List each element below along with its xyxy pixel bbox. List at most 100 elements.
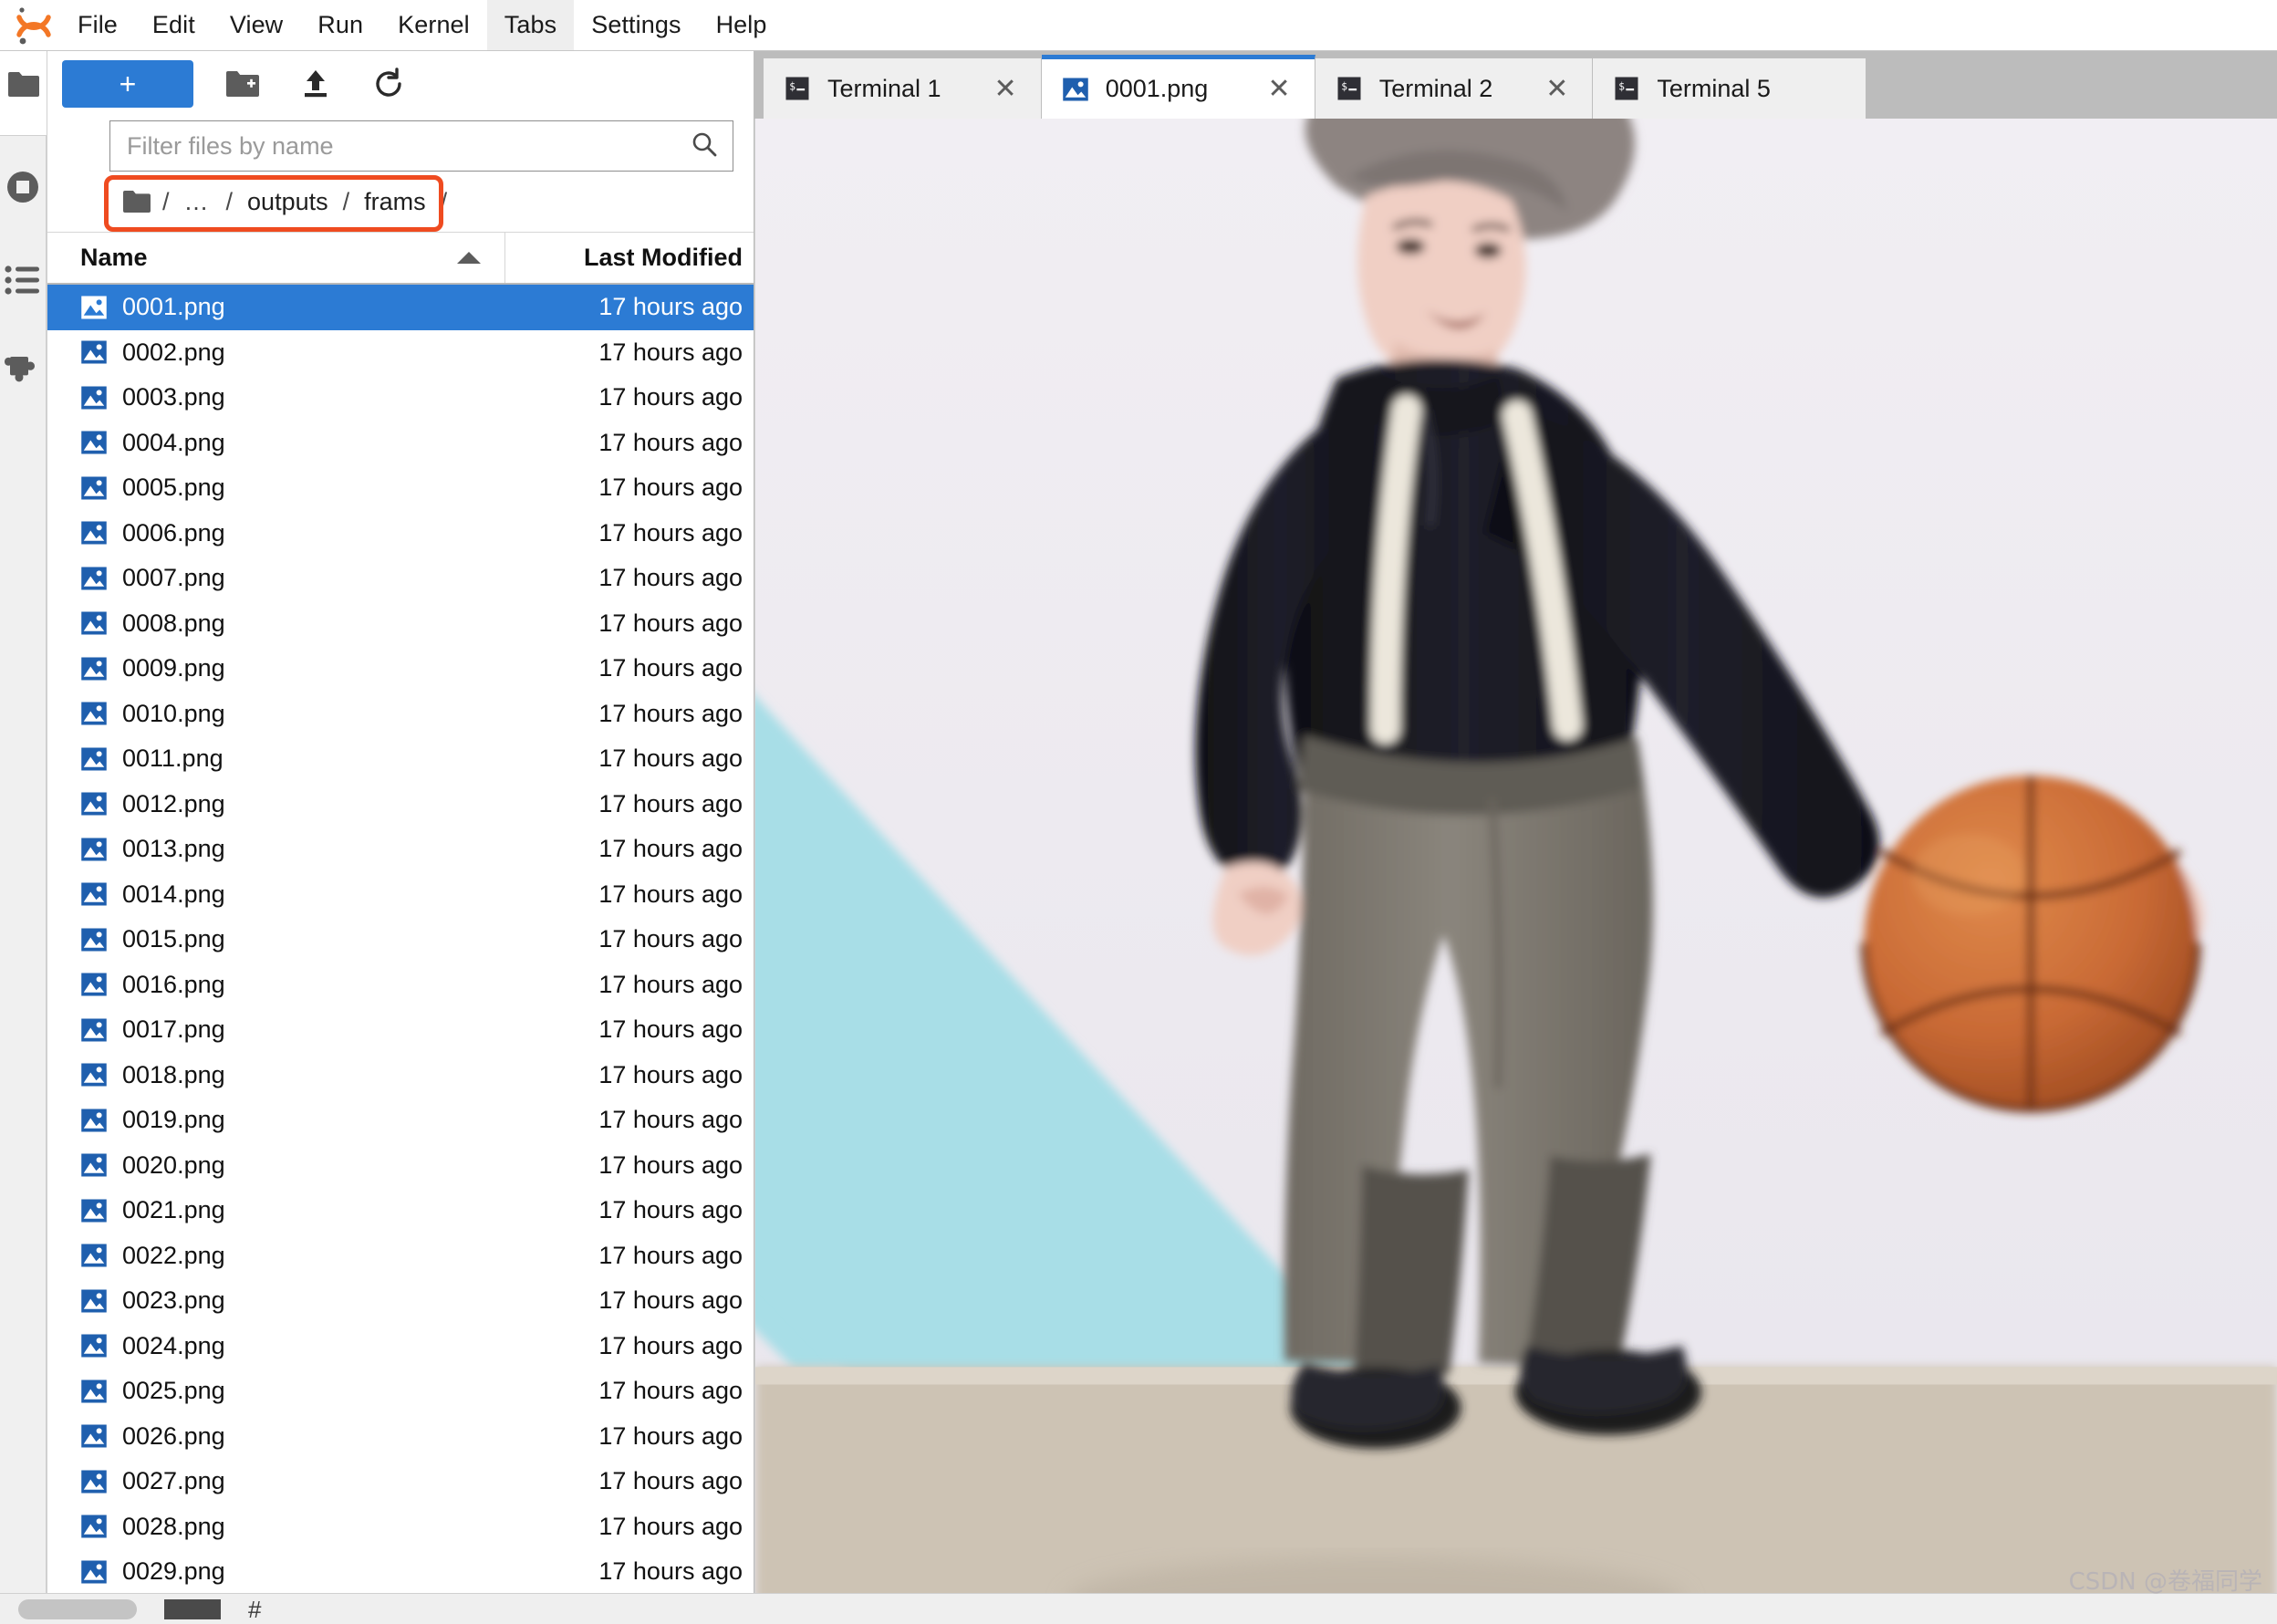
file-row[interactable]: 0018.png 17 hours ago: [47, 1053, 754, 1098]
svg-text:$: $: [1341, 80, 1347, 92]
close-icon[interactable]: ✕: [1232, 73, 1291, 105]
command-palette-icon[interactable]: [3, 260, 43, 300]
tab-bar[interactable]: $ Terminal 1 ✕ 0001.png ✕ $ Terminal 2 ✕ $ Termin…: [754, 51, 2277, 119]
file-name-cell[interactable]: 0003.png: [47, 383, 505, 411]
file-row[interactable]: 0014.png 17 hours ago: [47, 872, 754, 918]
file-name-cell[interactable]: 0009.png: [47, 654, 505, 682]
menu-kernel[interactable]: Kernel: [380, 0, 487, 50]
sort-ascending-icon: [457, 252, 481, 264]
column-header-last-modified[interactable]: Last Modified: [505, 233, 754, 283]
status-pill-indicator[interactable]: [18, 1598, 137, 1619]
file-row[interactable]: 0013.png 17 hours ago: [47, 827, 754, 872]
file-name-cell[interactable]: 0027.png: [47, 1467, 505, 1495]
file-name-cell[interactable]: 0028.png: [47, 1513, 505, 1541]
file-name-cell[interactable]: 0014.png: [47, 880, 505, 909]
new-launcher-button[interactable]: +: [62, 60, 193, 108]
file-name-cell[interactable]: 0011.png: [47, 744, 505, 773]
file-row[interactable]: 0027.png 17 hours ago: [47, 1459, 754, 1504]
menu-file[interactable]: File: [60, 0, 135, 50]
file-name-cell[interactable]: 0008.png: [47, 609, 505, 638]
file-name-cell[interactable]: 0002.png: [47, 338, 505, 367]
file-name-cell[interactable]: 0013.png: [47, 835, 505, 863]
file-name-cell[interactable]: 0022.png: [47, 1242, 505, 1270]
breadcrumb-ellipsis[interactable]: …: [177, 188, 219, 216]
image-viewer[interactable]: [754, 119, 2277, 1593]
file-name-cell[interactable]: 0025.png: [47, 1377, 505, 1405]
file-row[interactable]: 0011.png 17 hours ago: [47, 736, 754, 782]
file-row[interactable]: 0019.png 17 hours ago: [47, 1098, 754, 1143]
close-icon[interactable]: ✕: [958, 73, 1017, 105]
file-name-cell[interactable]: 0020.png: [47, 1151, 505, 1180]
file-name-cell[interactable]: 0029.png: [47, 1557, 505, 1586]
search-icon[interactable]: [691, 130, 718, 162]
menu-help[interactable]: Help: [699, 0, 785, 50]
new-folder-icon[interactable]: [219, 60, 266, 108]
upload-icon[interactable]: [292, 60, 339, 108]
file-row[interactable]: 0025.png 17 hours ago: [47, 1369, 754, 1414]
menu-view-label: View: [229, 11, 284, 38]
breadcrumb[interactable]: / … / outputs / frams /: [109, 179, 733, 224]
file-row[interactable]: 0002.png 17 hours ago: [47, 330, 754, 376]
file-row[interactable]: 0007.png 17 hours ago: [47, 556, 754, 601]
file-name-cell[interactable]: 0010.png: [47, 700, 505, 728]
tab-terminal-1[interactable]: $ Terminal 1 ✕: [764, 58, 1042, 119]
menu-tabs[interactable]: Tabs: [486, 0, 575, 50]
breadcrumb-home-icon[interactable]: [122, 190, 151, 213]
file-name-cell[interactable]: 0023.png: [47, 1286, 505, 1315]
search-input-container[interactable]: [109, 120, 733, 172]
file-name-cell[interactable]: 0007.png: [47, 564, 505, 592]
file-row[interactable]: 0020.png 17 hours ago: [47, 1143, 754, 1189]
file-row[interactable]: 0012.png 17 hours ago: [47, 782, 754, 828]
file-row[interactable]: 0003.png 17 hours ago: [47, 375, 754, 421]
menu-run[interactable]: Run: [300, 0, 380, 50]
file-row[interactable]: 0015.png 17 hours ago: [47, 917, 754, 963]
file-row[interactable]: 0008.png 17 hours ago: [47, 601, 754, 647]
file-name-cell[interactable]: 0024.png: [47, 1332, 505, 1360]
file-name-cell[interactable]: 0015.png: [47, 925, 505, 953]
file-name-cell[interactable]: 0016.png: [47, 971, 505, 999]
file-row[interactable]: 0009.png 17 hours ago: [47, 646, 754, 692]
file-row[interactable]: 0028.png 17 hours ago: [47, 1504, 754, 1550]
file-row[interactable]: 0024.png 17 hours ago: [47, 1324, 754, 1369]
running-terminals-icon[interactable]: [3, 167, 43, 207]
file-row[interactable]: 0005.png 17 hours ago: [47, 465, 754, 511]
menu-edit[interactable]: Edit: [135, 0, 213, 50]
file-row[interactable]: 0021.png 17 hours ago: [47, 1188, 754, 1234]
file-row[interactable]: 0016.png 17 hours ago: [47, 963, 754, 1008]
file-name-cell[interactable]: 0006.png: [47, 519, 505, 547]
breadcrumb-item-frams[interactable]: frams: [357, 188, 433, 216]
file-name-cell[interactable]: 0005.png: [47, 474, 505, 502]
file-list[interactable]: 0001.png 17 hours ago 0002.png 17 hours ago…: [47, 285, 754, 1593]
tab-terminal-5[interactable]: $ Terminal 5: [1593, 58, 1867, 119]
file-name-cell[interactable]: 0026.png: [47, 1422, 505, 1451]
file-row[interactable]: 0022.png 17 hours ago: [47, 1234, 754, 1279]
extension-puzzle-icon[interactable]: [3, 353, 43, 393]
file-row[interactable]: 0006.png 17 hours ago: [47, 511, 754, 557]
file-row[interactable]: 0017.png 17 hours ago: [47, 1007, 754, 1053]
tab-0001-png[interactable]: 0001.png ✕: [1041, 55, 1315, 119]
file-row[interactable]: 0004.png 17 hours ago: [47, 421, 754, 466]
image-icon: [81, 476, 107, 500]
close-icon[interactable]: ✕: [1509, 73, 1568, 105]
file-name-cell[interactable]: 0001.png: [47, 293, 505, 321]
status-block-indicator[interactable]: [164, 1598, 221, 1619]
menu-settings[interactable]: Settings: [574, 0, 698, 50]
breadcrumb-item-outputs[interactable]: outputs: [240, 188, 336, 216]
file-name-cell[interactable]: 0018.png: [47, 1061, 505, 1089]
file-name-cell[interactable]: 0004.png: [47, 429, 505, 457]
tab-terminal-2[interactable]: $ Terminal 2 ✕: [1315, 58, 1594, 119]
file-row[interactable]: 0023.png 17 hours ago: [47, 1278, 754, 1324]
search-input[interactable]: [127, 131, 691, 161]
file-name-cell[interactable]: 0021.png: [47, 1196, 505, 1224]
column-header-name[interactable]: Name: [47, 233, 505, 283]
refresh-icon[interactable]: [365, 60, 412, 108]
folder-icon[interactable]: [4, 64, 44, 104]
menu-view[interactable]: View: [213, 0, 300, 50]
file-name-cell[interactable]: 0019.png: [47, 1106, 505, 1134]
file-row[interactable]: 0010.png 17 hours ago: [47, 692, 754, 737]
file-name-cell[interactable]: 0017.png: [47, 1015, 505, 1044]
file-row[interactable]: 0029.png 17 hours ago: [47, 1549, 754, 1593]
file-row[interactable]: 0001.png 17 hours ago: [47, 285, 754, 330]
file-name-cell[interactable]: 0012.png: [47, 790, 505, 818]
file-row[interactable]: 0026.png 17 hours ago: [47, 1414, 754, 1460]
